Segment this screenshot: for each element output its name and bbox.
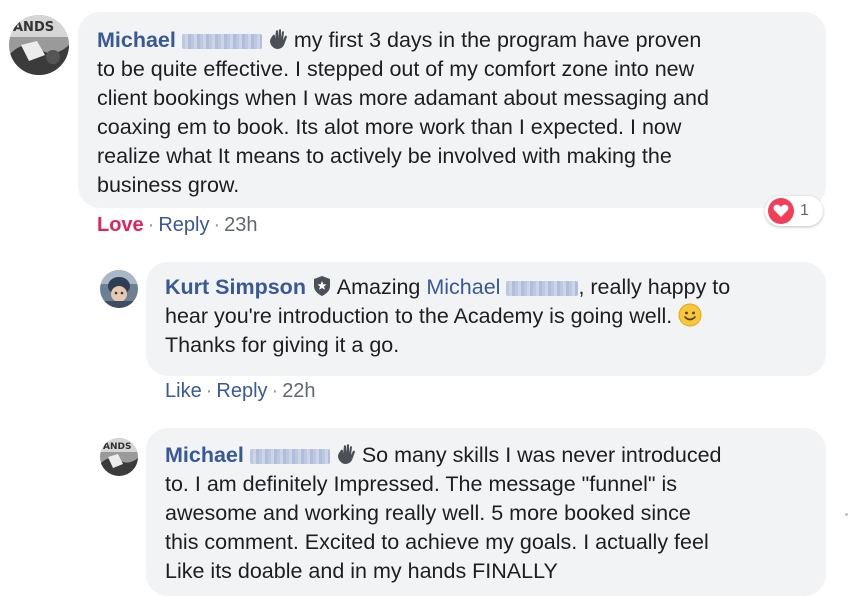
- reply-body: Kurt Simpson Amazing Michael , really ha…: [165, 275, 731, 357]
- comment-actions: Love · Reply · 23h: [97, 214, 258, 237]
- smiley-emoji-icon: [678, 303, 702, 327]
- reaction-count: 1: [800, 202, 809, 219]
- waving-hand-icon: [337, 444, 355, 464]
- timestamp[interactable]: 22h: [282, 380, 315, 402]
- svg-text:ANDS: ANDS: [103, 442, 131, 452]
- commenter-avatar[interactable]: ANDS: [9, 15, 69, 75]
- timestamp[interactable]: 23h: [224, 214, 257, 236]
- commenter-avatar[interactable]: ANDS: [100, 438, 138, 476]
- reaction-count-badge[interactable]: 1: [765, 196, 823, 226]
- separator: ·: [205, 380, 213, 402]
- comment-author[interactable]: Michael: [97, 28, 176, 52]
- separator: ·: [213, 214, 221, 236]
- redacted-surname: [181, 34, 262, 49]
- svg-text:ANDS: ANDS: [13, 20, 54, 35]
- admin-shield-icon: [313, 276, 330, 296]
- reply-actions: Like · Reply · 22h: [165, 380, 316, 403]
- heart-icon: [768, 198, 794, 224]
- reply-button[interactable]: Reply: [216, 380, 267, 402]
- reply-button[interactable]: Reply: [158, 214, 209, 236]
- redacted-surname: [249, 449, 330, 464]
- replier-avatar[interactable]: [100, 270, 138, 308]
- waving-hand-icon: [269, 29, 287, 49]
- reply-body: Michael So many skills I was never intro…: [165, 443, 722, 583]
- redacted-surname: [506, 281, 579, 296]
- decorative-dot: [845, 513, 848, 516]
- reply-author[interactable]: Kurt Simpson: [165, 275, 306, 299]
- separator: ·: [271, 380, 279, 402]
- separator: ·: [147, 214, 155, 236]
- reply-author[interactable]: Michael: [165, 443, 244, 467]
- like-button[interactable]: Like: [165, 380, 202, 402]
- comment-body: Michael my first 3 days in the program h…: [97, 28, 709, 197]
- love-button[interactable]: Love: [97, 214, 144, 236]
- mention-link[interactable]: Michael: [426, 275, 579, 299]
